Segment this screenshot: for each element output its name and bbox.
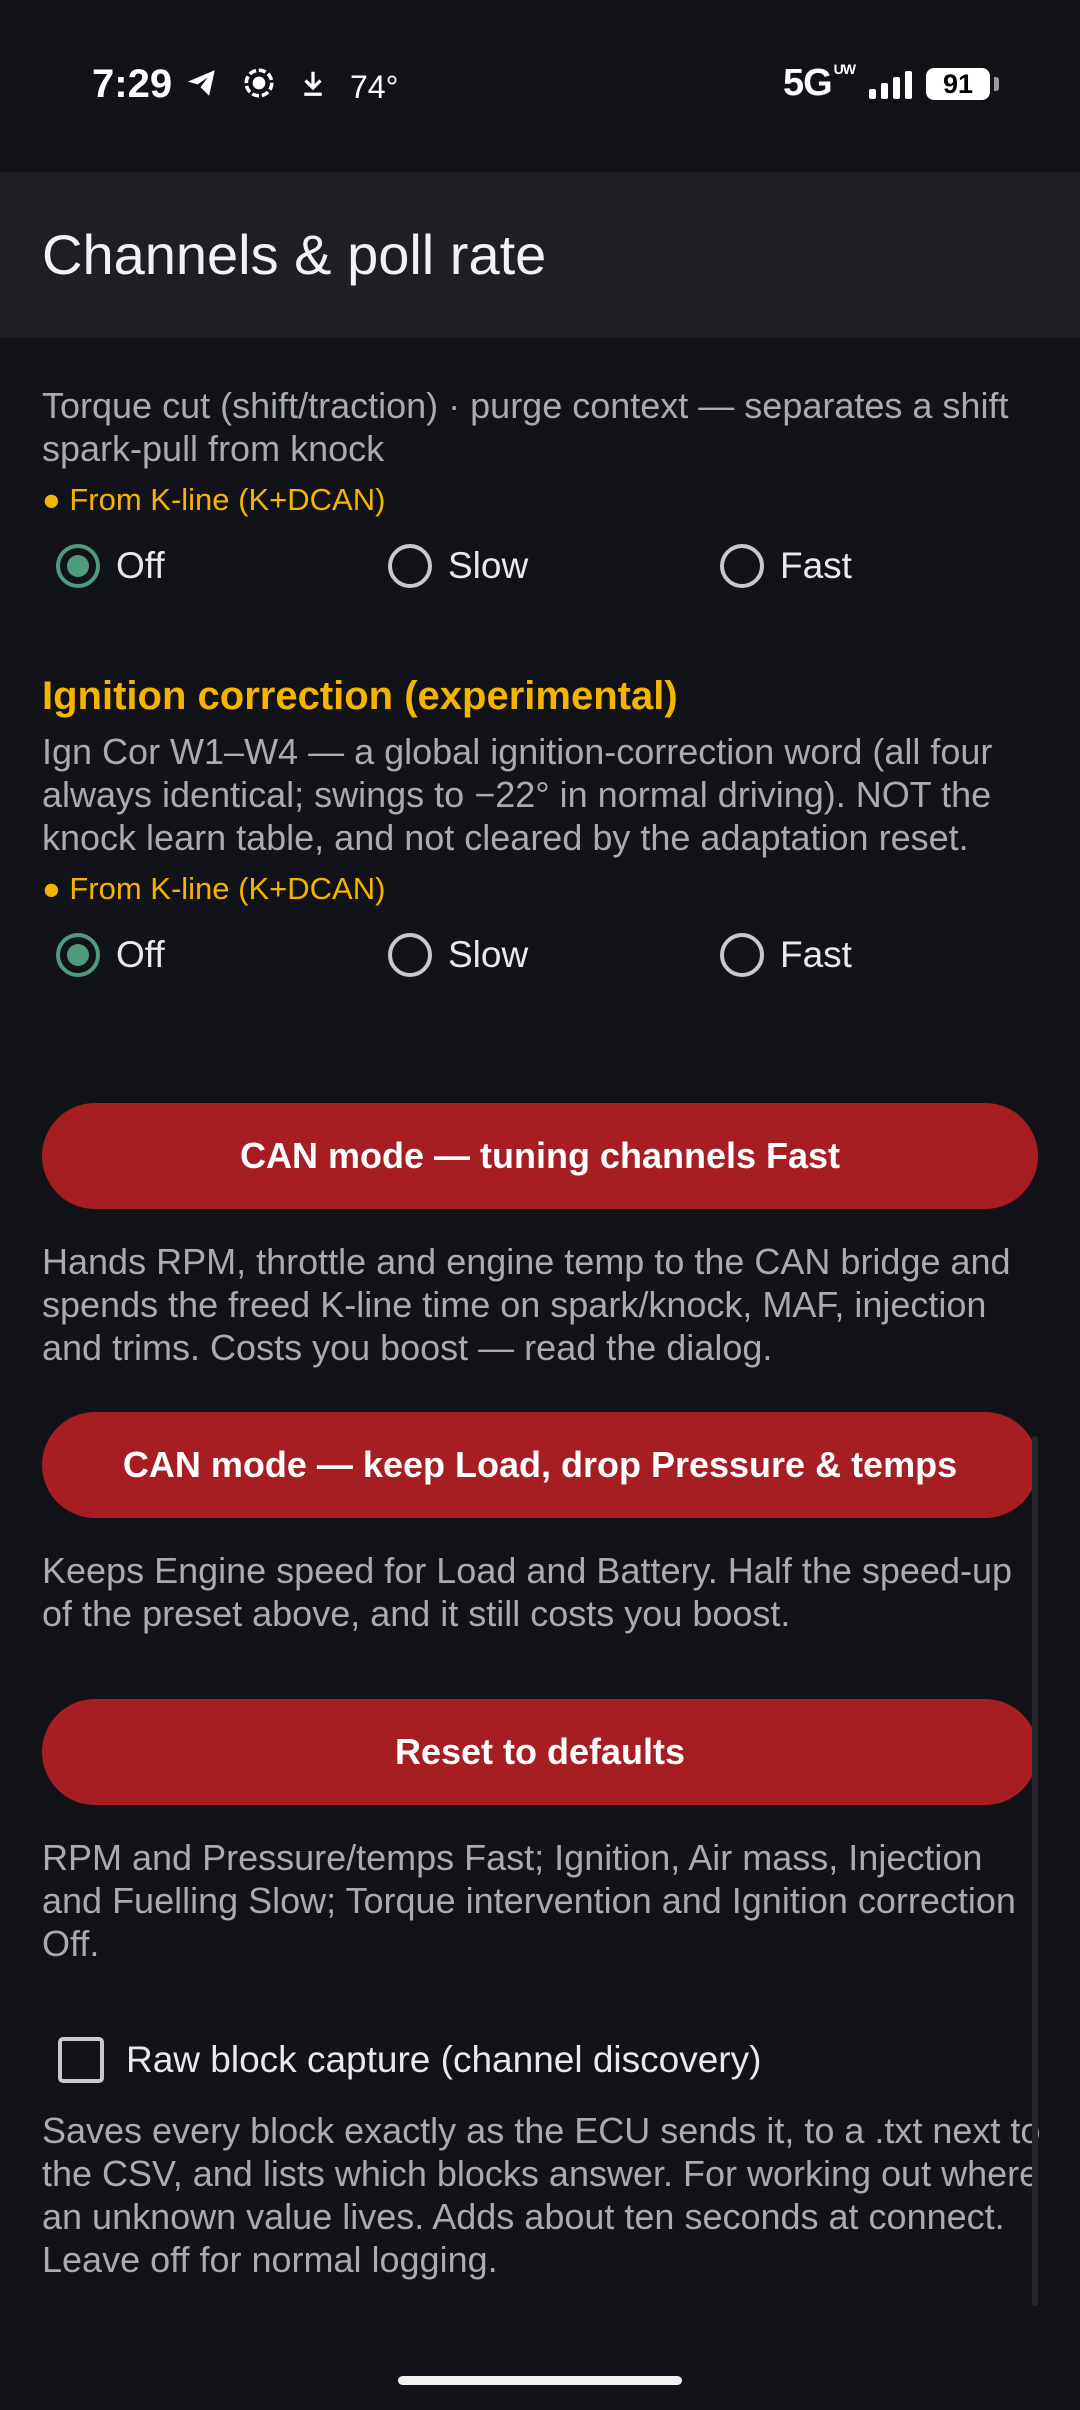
status-icons: 74° <box>184 66 398 109</box>
signal-icon <box>869 69 912 99</box>
ignition-correction-source: ● From K-line (K+DCAN) <box>42 871 386 906</box>
scrollbar[interactable] <box>1032 1436 1038 2306</box>
battery-icon: 91 <box>926 67 999 100</box>
raw-capture-description: Saves every block exactly as the ECU sen… <box>42 2110 1041 2280</box>
ignition-correction-radio-group: Off Slow Fast <box>56 933 1036 993</box>
radio-unselected-icon <box>388 544 432 588</box>
radio-label: Slow <box>448 934 529 975</box>
radio-label: Slow <box>448 545 529 586</box>
radio-label: Fast <box>780 545 852 586</box>
torque-radio-group: Off Slow Fast <box>56 544 1036 604</box>
ignition-radio-slow[interactable]: Slow <box>388 933 528 977</box>
radio-selected-icon <box>56 933 100 977</box>
radio-unselected-icon <box>720 544 764 588</box>
can-mode-fast-button[interactable]: CAN mode — tuning channels Fast <box>42 1103 1038 1209</box>
telegram-icon <box>184 66 220 109</box>
radio-label: Off <box>116 545 165 586</box>
status-time: 7:29 <box>92 62 173 106</box>
ignition-radio-off[interactable]: Off <box>56 933 165 977</box>
radio-unselected-icon <box>720 933 764 977</box>
torque-radio-off[interactable]: Off <box>56 544 165 588</box>
can-mode-fast-description: Hands RPM, throttle and engine temp to t… <box>42 1241 1011 1368</box>
torque-source: ● From K-line (K+DCAN) <box>42 482 386 517</box>
app-bar: Channels & poll rate <box>0 172 1080 338</box>
radio-unselected-icon <box>388 933 432 977</box>
raw-capture-label: Raw block capture (channel discovery) <box>126 2039 762 2080</box>
can-mode-keep-load-button[interactable]: CAN mode — keep Load, drop Pressure & te… <box>42 1412 1038 1518</box>
radio-label: Off <box>116 934 165 975</box>
status-temperature: 74° <box>350 69 399 105</box>
radio-selected-icon <box>56 544 100 588</box>
ignition-radio-fast[interactable]: Fast <box>720 933 852 977</box>
reset-defaults-description: RPM and Pressure/temps Fast; Ignition, A… <box>42 1837 1016 1964</box>
torque-description: Torque cut (shift/traction) · purge cont… <box>42 385 1009 469</box>
reset-defaults-button[interactable]: Reset to defaults <box>42 1699 1038 1805</box>
status-bar: 7:29 74° 5G UW 91 <box>0 0 1080 172</box>
home-indicator[interactable] <box>398 2376 682 2385</box>
raw-capture-checkbox-row[interactable]: Raw block capture (channel discovery) <box>58 2037 761 2083</box>
ignition-correction-description: Ign Cor W1–W4 — a global ignition-correc… <box>42 731 993 858</box>
raw-capture-checkbox[interactable] <box>58 2037 104 2083</box>
screen-record-icon <box>242 66 276 109</box>
radio-label: Fast <box>780 934 852 975</box>
status-right: 5G UW 91 <box>782 61 999 105</box>
network-sub: UW <box>833 61 856 77</box>
torque-radio-fast[interactable]: Fast <box>720 544 852 588</box>
download-icon <box>298 66 328 109</box>
ignition-correction-title: Ignition correction (experimental) <box>42 674 678 718</box>
page-title: Channels & poll rate <box>42 223 547 286</box>
can-mode-keep-load-description: Keeps Engine speed for Load and Battery.… <box>42 1550 1012 1634</box>
torque-radio-slow[interactable]: Slow <box>388 544 528 588</box>
network-indicator: 5G UW <box>782 61 856 104</box>
